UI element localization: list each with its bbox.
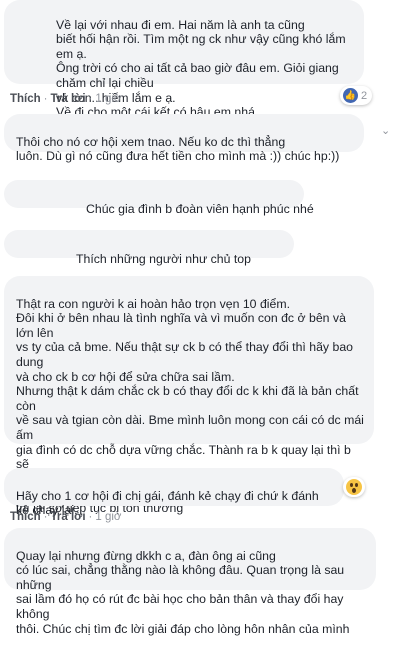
comment-text: Thôi cho nó cơ hội xem tnao. Nếu ko dc t… [16, 134, 340, 164]
comment-bubble: Chúc gia đình b đoàn viên hạnh phúc nhé [4, 180, 314, 216]
comment-time: 1 giờ [95, 511, 122, 523]
comment-bubble: Hãy cho 1 cơ hội đi chị gái, đánh kẻ chạ… [4, 468, 344, 517]
comment-bubble: Thật ra con người k ai hoàn hảo trọn vẹn… [4, 276, 374, 515]
comment-bubble: Thích những người như chủ top [4, 230, 294, 266]
comment-bubble: Quay lại nhưng đừng dkkh c a, đàn ông ai… [4, 528, 376, 636]
like-reaction[interactable]: 👍 2 [340, 86, 373, 105]
like-link[interactable]: Thích [10, 93, 41, 105]
chevron-down-icon[interactable]: ⌄ [381, 124, 390, 137]
wow-icon [346, 479, 362, 495]
reaction-count: 2 [361, 89, 368, 102]
like-link[interactable]: Thích [10, 511, 41, 523]
comment-bubble: Về lại với nhau đi em. Hai năm là anh ta… [4, 0, 364, 119]
wow-reaction[interactable] [343, 477, 365, 497]
comment-bubble: Thôi cho nó cơ hội xem tnao. Nếu ko dc t… [4, 114, 364, 163]
comment-text: Chúc gia đình b đoàn viên hạnh phúc nhé [86, 201, 314, 216]
reply-link[interactable]: Trả lời [51, 511, 86, 523]
reply-link[interactable]: Trả lời [51, 93, 86, 105]
comment-text: Thích những người như chủ top [76, 251, 251, 266]
thumbs-up-icon: 👍 [343, 88, 358, 103]
comment-actions: Thích · Trả lời · 1 giờ [10, 511, 122, 523]
comment-time: 1 giờ [95, 93, 122, 105]
comment-actions: Thích · Trả lời · 1 giờ [10, 93, 122, 105]
comment-text: Quay lại nhưng đừng dkkh c a, đàn ông ai… [16, 548, 350, 636]
